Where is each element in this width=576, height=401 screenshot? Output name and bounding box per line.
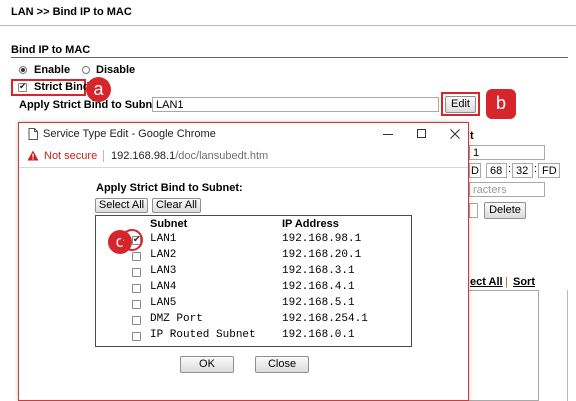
- select-all-link-fragment[interactable]: ect All: [470, 276, 503, 288]
- strict-bind-label: Strict Bind: [34, 81, 90, 93]
- clear-all-button[interactable]: Clear All: [152, 198, 201, 213]
- window-title: Service Type Edit - Google Chrome: [43, 128, 216, 140]
- comment-field-fragment[interactable]: racters: [469, 182, 545, 197]
- row-ip: 192.168.254.1: [282, 313, 368, 325]
- link-separator: |: [505, 276, 508, 288]
- row-checkbox-ip-routed[interactable]: [132, 332, 141, 341]
- security-label[interactable]: Not secure: [44, 150, 97, 162]
- warning-icon: [27, 150, 39, 161]
- row-subnet: IP Routed Subnet: [150, 329, 256, 341]
- edit-button[interactable]: Edit: [445, 96, 476, 113]
- address-separator: [103, 150, 104, 162]
- callout-b-badge: b: [486, 89, 516, 119]
- row-subnet: LAN2: [150, 249, 177, 261]
- row-subnet: DMZ Port: [150, 313, 203, 325]
- enable-radio[interactable]: [19, 66, 27, 74]
- url-text[interactable]: 192.168.98.1/doc/lansubedt.htm: [111, 150, 268, 162]
- subnet-field[interactable]: LAN1: [152, 97, 439, 112]
- row-subnet: LAN4: [150, 281, 177, 293]
- url-path: /doc/lansubedt.htm: [175, 150, 269, 162]
- mac-separator-2: :: [534, 163, 538, 175]
- close-icon[interactable]: [450, 129, 460, 139]
- apply-strict-bind-label: Apply Strict Bind to Subnet: [19, 99, 162, 111]
- url-host: 192.168.98.1: [111, 150, 176, 162]
- row-subnet: LAN3: [150, 265, 177, 277]
- breadcrumb: LAN >> Bind IP to MAC: [11, 6, 132, 18]
- enable-label: Enable: [34, 64, 71, 76]
- page-icon: [28, 128, 38, 140]
- window-titlebar: Service Type Edit - Google Chrome: [19, 123, 468, 145]
- mac-part-3[interactable]: 32: [512, 163, 533, 178]
- row-checkbox-lan4[interactable]: [132, 284, 141, 293]
- subnet-column-header: Subnet: [150, 218, 188, 230]
- row-subnet: LAN1: [150, 233, 177, 245]
- disable-radio[interactable]: [82, 66, 90, 74]
- close-button[interactable]: Close: [255, 356, 309, 373]
- maximize-icon[interactable]: [417, 129, 426, 138]
- list-box-fragment[interactable]: [469, 290, 539, 401]
- row-ip: 192.168.5.1: [282, 297, 355, 309]
- row-ip: 192.168.4.1: [282, 281, 355, 293]
- popup-heading: Apply Strict Bind to Subnet:: [96, 182, 243, 194]
- ip-column-header: IP Address: [282, 218, 339, 230]
- mac-separator-1: :: [508, 163, 512, 175]
- column-header-fragment: t: [470, 130, 474, 142]
- header-divider: [0, 25, 576, 26]
- address-bar[interactable]: Not secure 192.168.98.1/doc/lansubedt.ht…: [19, 145, 468, 168]
- row-checkbox-lan2[interactable]: [132, 252, 141, 261]
- section-divider: [11, 57, 568, 58]
- popup-content: Apply Strict Bind to Subnet: Select All …: [19, 167, 468, 400]
- service-type-edit-window: Service Type Edit - Google Chrome Not se…: [18, 122, 469, 401]
- ip-field-fragment[interactable]: 1: [469, 145, 545, 160]
- strict-bind-checkbox[interactable]: [18, 81, 27, 92]
- row-ip: 192.168.20.1: [282, 249, 362, 261]
- mac-part-4[interactable]: FD: [538, 163, 560, 178]
- page-right-border: [567, 290, 568, 401]
- row-checkbox-lan3[interactable]: [132, 268, 141, 277]
- delete-button[interactable]: Delete: [484, 202, 526, 219]
- row-ip: 192.168.3.1: [282, 265, 355, 277]
- row-checkbox-dmz[interactable]: [132, 316, 141, 325]
- sort-link[interactable]: Sort: [513, 276, 535, 288]
- select-all-button[interactable]: Select All: [95, 198, 148, 213]
- lan1-checkbox-highlight: [121, 229, 143, 251]
- ok-button[interactable]: OK: [180, 356, 234, 373]
- section-title: Bind IP to MAC: [11, 44, 91, 56]
- mac-part-2[interactable]: 68: [486, 163, 507, 178]
- subnet-table: Subnet IP Address LAN1 192.168.98.1 LAN2…: [95, 215, 412, 347]
- minimize-icon[interactable]: [383, 134, 393, 135]
- row-checkbox-lan5[interactable]: [132, 300, 141, 309]
- row-ip: 192.168.0.1: [282, 329, 355, 341]
- disable-label: Disable: [96, 64, 136, 76]
- row-subnet: LAN5: [150, 297, 177, 309]
- row-ip: 192.168.98.1: [282, 233, 362, 245]
- mac-part-1[interactable]: D: [469, 163, 481, 178]
- add-field-fragment[interactable]: [469, 203, 478, 218]
